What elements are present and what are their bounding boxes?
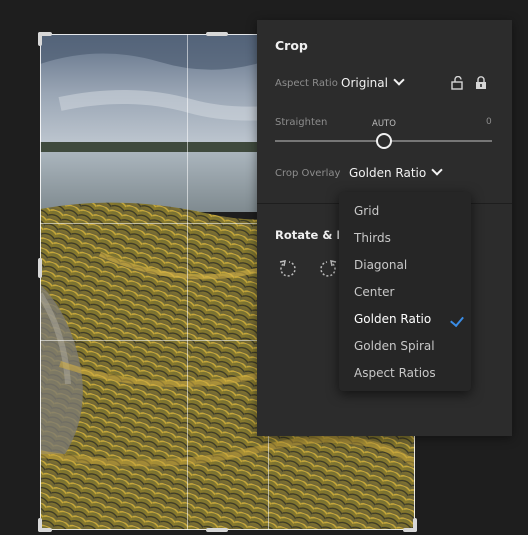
menu-item-label: Diagonal [354, 258, 408, 272]
crop-overlay-label: Crop Overlay [275, 168, 341, 179]
straighten-auto-button[interactable]: AUTO [372, 119, 396, 129]
menu-item-golden-ratio[interactable]: Golden Ratio [339, 306, 471, 333]
crop-handle-bottom-mid[interactable] [206, 528, 228, 532]
menu-item-label: Thirds [354, 231, 391, 245]
menu-item-golden-spiral[interactable]: Golden Spiral [339, 333, 471, 360]
crop-handle-top-left-v[interactable] [38, 32, 42, 46]
golden-ratio-line-vertical [187, 34, 188, 530]
chevron-down-icon [431, 164, 443, 176]
menu-item-diagonal[interactable]: Diagonal [339, 252, 471, 279]
menu-item-label: Center [354, 285, 395, 299]
rotate-right-icon[interactable] [317, 258, 339, 280]
chevron-down-icon [393, 74, 405, 86]
rotate-left-icon[interactable] [277, 258, 299, 280]
crop-panel-title: Crop [275, 38, 308, 53]
crop-handle-bottom-right-v[interactable] [413, 518, 417, 532]
crop-handle-left-mid[interactable] [38, 258, 42, 278]
menu-item-grid[interactable]: Grid [339, 198, 471, 225]
aspect-ratio-value: Original [341, 76, 388, 90]
menu-item-label: Grid [354, 204, 380, 218]
aspect-ratio-label: Aspect Ratio [275, 78, 338, 89]
straighten-slider-thumb[interactable] [376, 133, 392, 149]
lock-open-icon[interactable] [451, 76, 463, 90]
menu-item-label: Golden Spiral [354, 339, 435, 353]
checkmark-icon [450, 312, 464, 328]
aspect-ratio-dropdown[interactable]: Original [341, 74, 405, 90]
straighten-value: 0 [486, 117, 492, 127]
crop-overlay-value: Golden Ratio [349, 166, 427, 180]
crop-handle-top-mid[interactable] [206, 32, 228, 36]
menu-item-label: Golden Ratio [354, 312, 432, 326]
crop-overlay-menu: Grid Thirds Diagonal Center Golden Ratio… [339, 192, 471, 391]
menu-item-thirds[interactable]: Thirds [339, 225, 471, 252]
crop-handle-bottom-left-v[interactable] [38, 518, 42, 532]
crop-overlay-dropdown[interactable]: Golden Ratio [349, 164, 443, 180]
menu-item-aspect-ratios[interactable]: Aspect Ratios [339, 360, 471, 387]
lock-closed-icon[interactable] [475, 76, 487, 90]
menu-item-label: Aspect Ratios [354, 366, 436, 380]
menu-item-center[interactable]: Center [339, 279, 471, 306]
straighten-label: Straighten [275, 117, 328, 128]
